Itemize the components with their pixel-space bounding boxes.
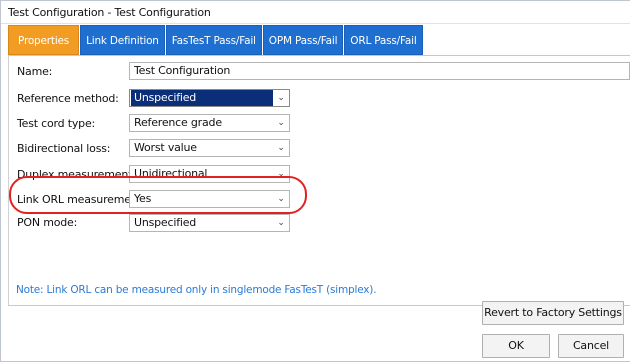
duplex-measurement-select[interactable]: Unidirectional ⌄ <box>129 165 290 183</box>
pon-mode-select[interactable]: Unspecified ⌄ <box>129 214 290 232</box>
test-cord-type-select[interactable]: Reference grade ⌄ <box>129 114 290 132</box>
title-bar: Test Configuration - Test Configuration <box>1 1 630 24</box>
tab-link-definition[interactable]: Link Definition <box>80 25 165 55</box>
tab-fastest-pass-fail[interactable]: FasTesT Pass/Fail <box>165 25 262 55</box>
chevron-down-icon[interactable]: ⌄ <box>273 140 289 156</box>
cancel-button[interactable]: Cancel <box>558 334 624 358</box>
tab-orl-pass-fail[interactable]: ORL Pass/Fail <box>344 25 423 55</box>
note-text: Note: Link ORL can be measured only in s… <box>16 284 377 296</box>
name-field[interactable]: Test Configuration <box>129 62 630 80</box>
pon-mode-value: Unspecified <box>134 216 197 229</box>
test-configuration-window: Test Configuration - Test Configuration … <box>0 0 630 362</box>
test-cord-type-label: Test cord type: <box>17 117 96 130</box>
ok-button[interactable]: OK <box>482 334 550 358</box>
bidirectional-loss-value: Worst value <box>134 141 197 154</box>
reference-method-select[interactable]: Unspecified ⌄ <box>129 89 290 107</box>
duplex-measurement-label: Duplex measurement: <box>17 168 136 181</box>
duplex-measurement-value: Unidirectional <box>134 167 208 180</box>
bidirectional-loss-label: Bidirectional loss: <box>17 142 111 155</box>
pon-mode-label: PON mode: <box>17 216 78 229</box>
bidirectional-loss-select[interactable]: Worst value ⌄ <box>129 139 290 157</box>
chevron-down-icon[interactable]: ⌄ <box>273 115 289 131</box>
chevron-down-icon[interactable]: ⌄ <box>273 215 289 231</box>
chevron-down-icon[interactable]: ⌄ <box>273 166 289 182</box>
chevron-down-icon[interactable]: ⌄ <box>273 90 289 106</box>
tab-properties[interactable]: Properties <box>8 25 80 55</box>
chevron-down-icon[interactable]: ⌄ <box>273 191 289 207</box>
test-cord-type-value: Reference grade <box>134 116 222 129</box>
link-orl-measurement-select[interactable]: Yes ⌄ <box>129 190 290 208</box>
window-title: Test Configuration - Test Configuration <box>8 6 211 19</box>
revert-to-factory-settings-button[interactable]: Revert to Factory Settings <box>482 301 624 325</box>
reference-method-label: Reference method: <box>17 92 119 105</box>
link-orl-measurement-label: Link ORL measurement: <box>17 193 146 206</box>
properties-panel: Name: Test Configuration Reference metho… <box>8 55 630 306</box>
reference-method-value: Unspecified <box>131 90 273 106</box>
link-orl-measurement-value: Yes <box>134 192 152 205</box>
name-label: Name: <box>17 65 53 78</box>
tab-strip: Properties Link Definition FasTesT Pass/… <box>8 25 424 55</box>
tab-opm-pass-fail[interactable]: OPM Pass/Fail <box>262 25 344 55</box>
